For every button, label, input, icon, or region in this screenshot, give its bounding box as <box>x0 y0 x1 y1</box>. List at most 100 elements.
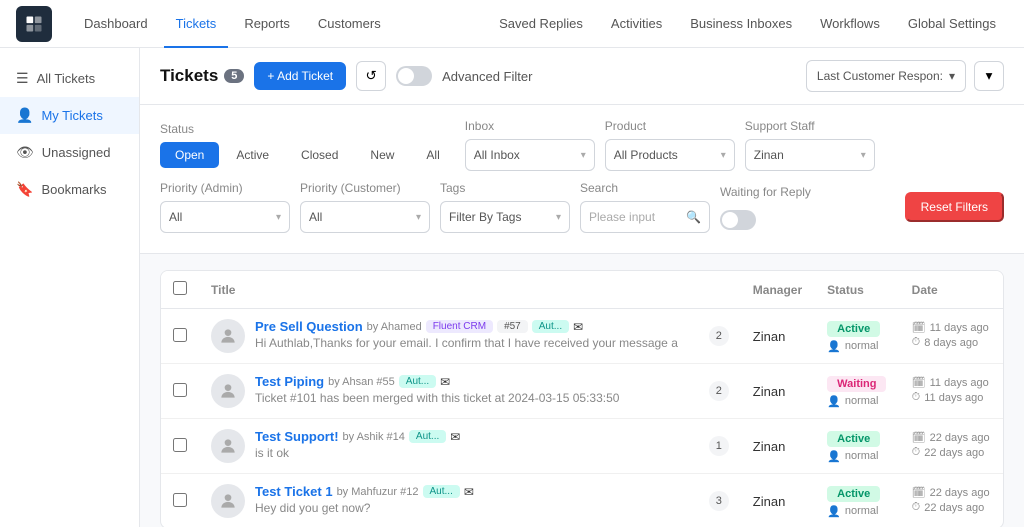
nav-tickets[interactable]: Tickets <box>164 0 229 48</box>
date1: 11 days ago <box>930 377 989 389</box>
status-label: Status <box>160 122 455 136</box>
avatar <box>211 429 245 463</box>
sidebar-item-unassigned[interactable]: 👁 Unassigned <box>0 134 139 171</box>
nav-saved-replies[interactable]: Saved Replies <box>487 0 595 48</box>
support-staff-select[interactable]: Zinan ▾ <box>745 139 875 171</box>
toggle-knob <box>398 68 414 84</box>
avatar <box>211 374 245 408</box>
sidebar-label-unassigned: Unassigned <box>42 145 111 160</box>
add-ticket-button[interactable]: + Add Ticket <box>254 62 346 90</box>
tags-select[interactable]: Filter By Tags ▾ <box>440 201 570 233</box>
row-title-cell: Test Support! by Ashik #14 Aut...✉ is it… <box>199 419 697 474</box>
row-status-cell: Active 👤 normal <box>815 474 899 527</box>
priority-customer-chevron-icon: ▾ <box>416 212 421 223</box>
ticket-title[interactable]: Test Piping <box>255 374 324 389</box>
sidebar-item-bookmarks[interactable]: 🔖 Bookmarks <box>0 171 139 208</box>
sidebar-item-my-tickets[interactable]: 👤 My Tickets <box>0 97 139 134</box>
nav-activities[interactable]: Activities <box>599 0 674 48</box>
tag: Aut... <box>532 320 569 333</box>
col-status: Status <box>815 271 899 309</box>
person-priority-icon: 👤 <box>827 340 841 353</box>
date2: 11 days ago <box>924 392 983 404</box>
more-options-button[interactable]: ▾ <box>974 61 1004 91</box>
search-label: Search <box>580 181 710 195</box>
row-date-cell: 🗓 11 days ago ⏱ 8 days ago <box>900 309 1003 364</box>
product-chevron-icon: ▾ <box>721 150 726 161</box>
nav-customers[interactable]: Customers <box>306 0 393 48</box>
row-checkbox[interactable] <box>173 438 187 452</box>
priority-customer-select[interactable]: All ▾ <box>300 201 430 233</box>
status-tab-open[interactable]: Open <box>160 142 219 168</box>
staff-chevron-icon: ▾ <box>861 150 866 161</box>
ticket-by: by Ashik #14 <box>343 431 405 443</box>
status-badge: Active <box>827 486 880 502</box>
filter-status-group: Status Open Active Closed New All <box>160 122 455 168</box>
ticket-title[interactable]: Pre Sell Question <box>255 319 363 334</box>
date-line-2: ⏱ 22 days ago <box>912 446 991 459</box>
filter-priority-customer-group: Priority (Customer) All ▾ <box>300 181 430 233</box>
ticket-preview: is it ok <box>255 446 460 460</box>
nav-business-inboxes[interactable]: Business Inboxes <box>678 0 804 48</box>
product-select[interactable]: All Products ▾ <box>605 139 735 171</box>
ticket-info: Test Piping by Ahsan #55 Aut...✉ Ticket … <box>211 374 685 408</box>
col-date: Date <box>900 271 1003 309</box>
status-tab-closed[interactable]: Closed <box>286 142 353 168</box>
search-icon: 🔍 <box>686 210 701 224</box>
ticket-info: Test Support! by Ashik #14 Aut...✉ is it… <box>211 429 685 463</box>
row-count-cell: 2 <box>697 309 741 364</box>
col-manager: Manager <box>741 271 815 309</box>
person-priority-icon: 👤 <box>827 450 841 463</box>
filter-tags-group: Tags Filter By Tags ▾ <box>440 181 570 233</box>
status-tab-new[interactable]: New <box>355 142 409 168</box>
row-date-cell: 🗓 22 days ago ⏱ 22 days ago <box>900 474 1003 527</box>
priority-row: 👤 normal <box>827 450 887 463</box>
nav-reports[interactable]: Reports <box>232 0 302 48</box>
select-all-checkbox[interactable] <box>173 281 187 295</box>
tag: #57 <box>497 320 528 333</box>
clock-icon: ⏱ <box>912 446 921 459</box>
ticket-title[interactable]: Test Support! <box>255 429 339 444</box>
refresh-button[interactable]: ↺ <box>356 61 386 91</box>
sort-dropdown[interactable]: Last Customer Respon: ▾ <box>806 60 966 92</box>
sidebar-item-all-tickets[interactable]: ☰ All Tickets <box>0 60 139 97</box>
count-badge: 3 <box>709 491 729 511</box>
date1: 22 days ago <box>930 487 990 499</box>
chevron-down-icon-2: ▾ <box>986 68 993 84</box>
row-manager-cell: Zinan <box>741 364 815 419</box>
date-line-1: 🗓 22 days ago <box>912 486 991 499</box>
row-status-cell: Active 👤 normal <box>815 419 899 474</box>
inbox-label: Inbox <box>465 119 595 133</box>
person-priority-icon: 👤 <box>827 505 841 518</box>
status-tab-active[interactable]: Active <box>221 142 284 168</box>
row-checkbox[interactable] <box>173 328 187 342</box>
nav-workflows[interactable]: Workflows <box>808 0 892 48</box>
priority-label: normal <box>845 450 879 462</box>
inbox-select[interactable]: All Inbox ▾ <box>465 139 595 171</box>
row-checkbox[interactable] <box>173 383 187 397</box>
table-row: Pre Sell Question by Ahamed Fluent CRM#5… <box>161 309 1003 364</box>
ticket-title[interactable]: Test Ticket 1 <box>255 484 333 499</box>
search-box[interactable]: Please input 🔍 <box>580 201 710 233</box>
status-badge: Waiting <box>827 376 886 392</box>
reset-filters-button[interactable]: Reset Filters <box>905 192 1004 222</box>
advanced-filter-toggle[interactable] <box>396 66 432 86</box>
sidebar-label-all-tickets: All Tickets <box>37 71 96 86</box>
date-cell: 🗓 11 days ago ⏱ 11 days ago <box>912 376 991 404</box>
nav-global-settings[interactable]: Global Settings <box>896 0 1008 48</box>
advanced-filter-label: Advanced Filter <box>442 69 532 84</box>
calendar-icon: 🗓 <box>912 376 926 389</box>
row-count-cell: 1 <box>697 419 741 474</box>
priority-row: 👤 normal <box>827 505 887 518</box>
priority-admin-select[interactable]: All ▾ <box>160 201 290 233</box>
status-tab-all[interactable]: All <box>411 142 454 168</box>
waiting-toggle[interactable] <box>720 210 756 230</box>
table-header-row: Title Manager Status Date <box>161 271 1003 309</box>
filter-search-group: Search Please input 🔍 <box>580 181 710 233</box>
nav-dashboard[interactable]: Dashboard <box>72 0 160 48</box>
priority-admin-chevron-icon: ▾ <box>276 212 281 223</box>
eye-icon: 👁 <box>16 144 34 161</box>
ticket-tags: Test Support! by Ashik #14 Aut...✉ <box>255 429 460 444</box>
row-checkbox[interactable] <box>173 493 187 507</box>
email-icon: ✉ <box>450 430 460 444</box>
row-date-cell: 🗓 11 days ago ⏱ 11 days ago <box>900 364 1003 419</box>
